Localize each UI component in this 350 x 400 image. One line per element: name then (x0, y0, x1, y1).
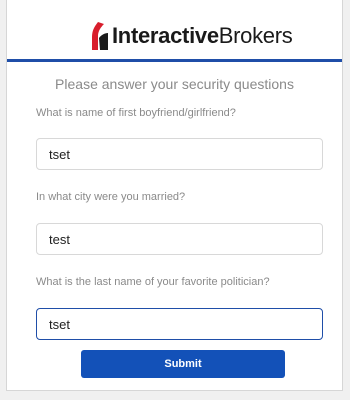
answer-2-input[interactable] (36, 223, 323, 255)
answer-1-input[interactable] (36, 138, 323, 170)
header-divider (7, 59, 342, 62)
security-questions-card: InteractiveBrokers Please answer your se… (6, 0, 343, 391)
interactive-brokers-logo: InteractiveBrokers (89, 19, 293, 53)
question-2-label: In what city were you married? (36, 191, 186, 203)
logo-header: InteractiveBrokers (7, 0, 342, 60)
page-title: Please answer your security questions (55, 76, 294, 92)
question-3-label: What is the last name of your favorite p… (36, 276, 270, 288)
answer-3-input[interactable] (36, 308, 323, 340)
question-1-label: What is name of first boyfriend/girlfrie… (36, 107, 236, 119)
brand-flame-icon (92, 22, 108, 50)
brand-name-light: Brokers (218, 23, 293, 48)
brand-wordmark: InteractiveBrokers (112, 23, 293, 49)
submit-button[interactable]: Submit (81, 350, 285, 378)
brand-name-bold: Interactive (112, 23, 219, 48)
